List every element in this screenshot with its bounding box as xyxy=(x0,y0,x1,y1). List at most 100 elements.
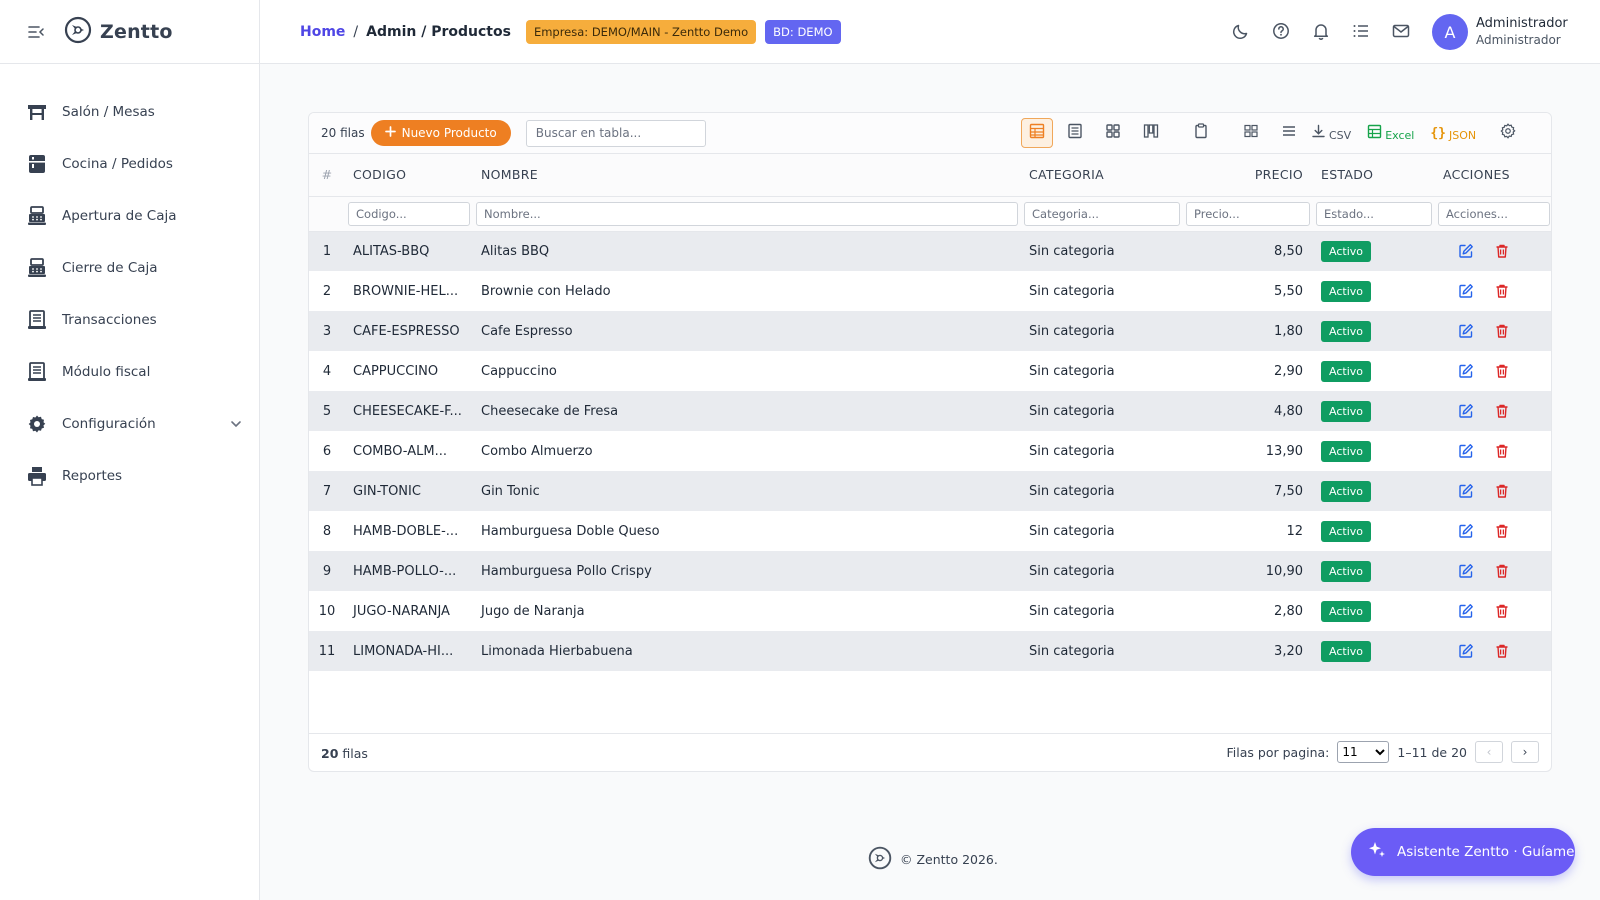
rows-per-page-select[interactable]: 11 xyxy=(1337,741,1390,763)
table-row[interactable]: 5 CHEESECAKE-F... Cheesecake de Fresa Sin c… xyxy=(309,391,1551,431)
cell-precio: 8,50 xyxy=(1183,231,1313,271)
column-header-categoria[interactable]: CATEGORIA xyxy=(1021,154,1183,197)
edit-icon[interactable] xyxy=(1457,442,1475,460)
table-row[interactable]: 8 HAMB-DOBLE-... Hamburguesa Doble Queso Si… xyxy=(309,511,1551,551)
sidebar-item-apertura-caja[interactable]: Apertura de Caja xyxy=(0,190,259,242)
table-row[interactable]: 7 GIN-TONIC Gin Tonic Sin categoria 7,50 Acti… xyxy=(309,471,1551,511)
density-rows-button[interactable] xyxy=(1273,118,1305,148)
delete-icon[interactable] xyxy=(1493,402,1511,420)
sidebar: Zentto Salón / Mesas Cocina / Pedidos Ap… xyxy=(0,0,260,900)
column-header-codigo[interactable]: CODIGO xyxy=(345,154,473,197)
brand-logo[interactable]: Zentto xyxy=(64,16,173,48)
delete-icon[interactable] xyxy=(1493,282,1511,300)
sidebar-item-reportes[interactable]: Reportes xyxy=(0,450,259,502)
sidebar-item-cocina-pedidos[interactable]: Cocina / Pedidos xyxy=(0,138,259,190)
delete-icon[interactable] xyxy=(1493,522,1511,540)
new-product-button[interactable]: Nuevo Producto xyxy=(370,120,511,146)
download-icon xyxy=(1311,124,1326,142)
table-row[interactable]: 11 LIMONADA-HI... Limonada Hierbabuena Sin … xyxy=(309,631,1551,671)
bell-icon[interactable] xyxy=(1310,20,1332,42)
cell-codigo: HAMB-DOBLE-... xyxy=(345,511,473,551)
sidebar-item-transacciones[interactable]: Transacciones xyxy=(0,294,259,346)
sidebar-item-cierre-caja[interactable]: Cierre de Caja xyxy=(0,242,259,294)
row-number: 9 xyxy=(309,551,345,591)
table-row[interactable]: 4 CAPPUCCINO Cappuccino Sin categoria 2,90 Ac… xyxy=(309,351,1551,391)
density-grid-button[interactable] xyxy=(1235,118,1267,148)
edit-icon[interactable] xyxy=(1457,242,1475,260)
breadcrumb-home-link[interactable]: Home xyxy=(300,24,345,40)
user-menu[interactable]: A Administrador Administrador xyxy=(1432,14,1568,50)
delete-icon[interactable] xyxy=(1493,362,1511,380)
table-search-input[interactable] xyxy=(525,119,706,147)
table-row[interactable]: 10 JUGO-NARANJA Jugo de Naranja Sin categor… xyxy=(309,591,1551,631)
column-header-estado[interactable]: ESTADO xyxy=(1313,154,1435,197)
clipboard-button[interactable] xyxy=(1185,118,1217,148)
column-header-precio[interactable]: PRECIO xyxy=(1183,154,1313,197)
list-icon[interactable] xyxy=(1350,20,1372,42)
menu-collapse-icon[interactable] xyxy=(28,25,46,39)
delete-icon[interactable] xyxy=(1493,322,1511,340)
table-row[interactable]: 6 COMBO-ALM... Combo Almuerzo Sin categoria… xyxy=(309,431,1551,471)
user-info: Administrador Administrador xyxy=(1476,15,1568,49)
column-header-nombre[interactable]: NOMBRE xyxy=(473,154,1021,197)
table-row[interactable]: 1 ALITAS-BBQ Alitas BBQ Sin categoria 8,50 Ac… xyxy=(309,231,1551,271)
filter-precio-input[interactable] xyxy=(1186,201,1310,226)
delete-icon[interactable] xyxy=(1493,642,1511,660)
sidebar-item-configuracion[interactable]: Configuración xyxy=(0,398,259,450)
filter-nombre-input[interactable] xyxy=(476,201,1018,226)
cell-nombre: Limonada Hierbabuena xyxy=(473,631,1021,671)
table-row[interactable]: 2 BROWNIE-HEL... Brownie con Helado Sin cat… xyxy=(309,271,1551,311)
cell-codigo: COMBO-ALM... xyxy=(345,431,473,471)
empresa-badge[interactable]: Empresa: DEMO/MAIN - Zentto Demo xyxy=(525,19,757,44)
delete-icon[interactable] xyxy=(1493,442,1511,460)
chevron-down-icon[interactable] xyxy=(229,417,243,431)
filter-cell-codigo xyxy=(345,196,473,232)
delete-icon[interactable] xyxy=(1493,562,1511,580)
delete-icon[interactable] xyxy=(1493,242,1511,260)
edit-icon[interactable] xyxy=(1457,562,1475,580)
export-csv-button[interactable]: CSV xyxy=(1311,124,1351,142)
table-row[interactable]: 3 CAFE-ESPRESSO Cafe Espresso Sin categoria… xyxy=(309,311,1551,351)
mail-icon[interactable] xyxy=(1390,20,1412,42)
database-badge[interactable]: BD: DEMO xyxy=(765,19,841,44)
breadcrumb: Home / Admin / Productos xyxy=(300,24,511,40)
table-row[interactable]: 9 HAMB-POLLO-... Hamburguesa Pollo Crispy S… xyxy=(309,551,1551,591)
edit-icon[interactable] xyxy=(1457,402,1475,420)
edit-icon[interactable] xyxy=(1457,282,1475,300)
sidebar-item-modulo-fiscal[interactable]: Módulo fiscal xyxy=(0,346,259,398)
export-csv-label: CSV xyxy=(1329,128,1352,142)
help-icon[interactable] xyxy=(1270,20,1292,42)
moon-icon[interactable] xyxy=(1230,20,1252,42)
export-json-button[interactable]: {} JSON xyxy=(1430,125,1476,142)
export-excel-button[interactable]: Excel xyxy=(1367,124,1414,142)
edit-icon[interactable] xyxy=(1457,362,1475,380)
edit-icon[interactable] xyxy=(1457,322,1475,340)
table-settings-button[interactable] xyxy=(1492,118,1524,148)
sidebar-item-salon-mesas[interactable]: Salón / Mesas xyxy=(0,86,259,138)
filter-codigo-input[interactable] xyxy=(348,201,470,226)
edit-icon[interactable] xyxy=(1457,642,1475,660)
kanban-view-button[interactable] xyxy=(1135,118,1167,148)
filter-cell-precio xyxy=(1183,196,1313,232)
edit-icon[interactable] xyxy=(1457,522,1475,540)
filter-categoria-input[interactable] xyxy=(1024,201,1180,226)
sidebar-nav: Salón / Mesas Cocina / Pedidos Apertura … xyxy=(0,64,259,502)
status-badge: Activo xyxy=(1321,320,1371,342)
table-view-button[interactable] xyxy=(1021,118,1053,148)
delete-icon[interactable] xyxy=(1493,602,1511,620)
sidebar-item-label: Reportes xyxy=(62,468,123,484)
row-actions xyxy=(1443,282,1551,300)
rows-icon xyxy=(1281,123,1297,143)
prev-page-button[interactable]: ‹ xyxy=(1475,741,1503,763)
edit-icon[interactable] xyxy=(1457,602,1475,620)
next-page-button[interactable]: › xyxy=(1511,741,1539,763)
assistant-button[interactable]: Asistente Zentto · Guíame xyxy=(1351,828,1575,876)
filter-acciones-input[interactable] xyxy=(1438,201,1550,226)
grid-view-button[interactable] xyxy=(1097,118,1129,148)
list-view-button[interactable] xyxy=(1059,118,1091,148)
filter-estado-input[interactable] xyxy=(1316,201,1432,226)
row-number: 1 xyxy=(309,231,345,271)
kanban-view-icon xyxy=(1143,123,1159,143)
delete-icon[interactable] xyxy=(1493,482,1511,500)
edit-icon[interactable] xyxy=(1457,482,1475,500)
